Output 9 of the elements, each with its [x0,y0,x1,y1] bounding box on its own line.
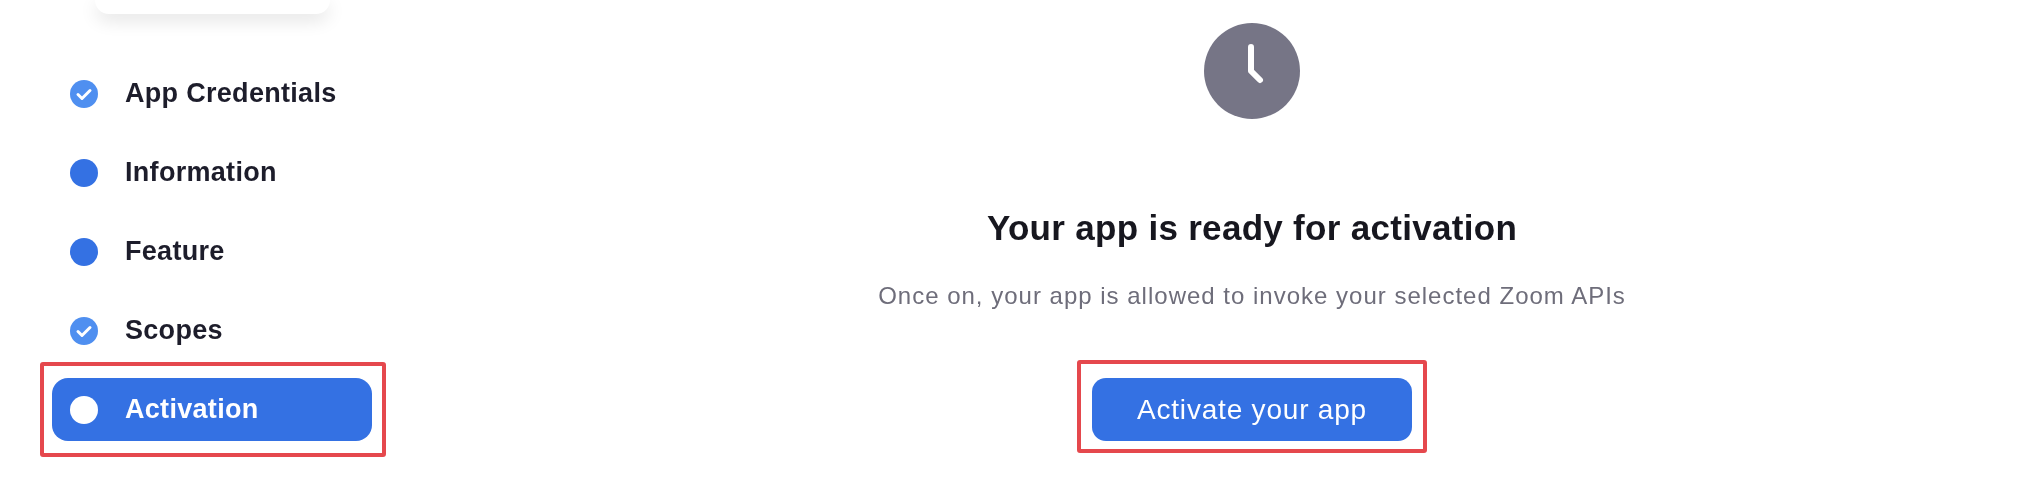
step-item[interactable]: Information [52,141,372,204]
clock-icon [1204,23,1300,119]
step-item[interactable]: Feature [52,220,372,283]
step-item[interactable]: Scopes [52,299,372,362]
activation-description: Once on, your app is allowed to invoke your selected Zoom APIs [878,281,1626,311]
activation-title: Your app is ready for activation [986,207,1518,249]
activate-button[interactable]: Activate your app [1092,378,1412,441]
step-item[interactable]: App Credentials [52,62,372,125]
step-item[interactable]: Activation [52,378,372,441]
